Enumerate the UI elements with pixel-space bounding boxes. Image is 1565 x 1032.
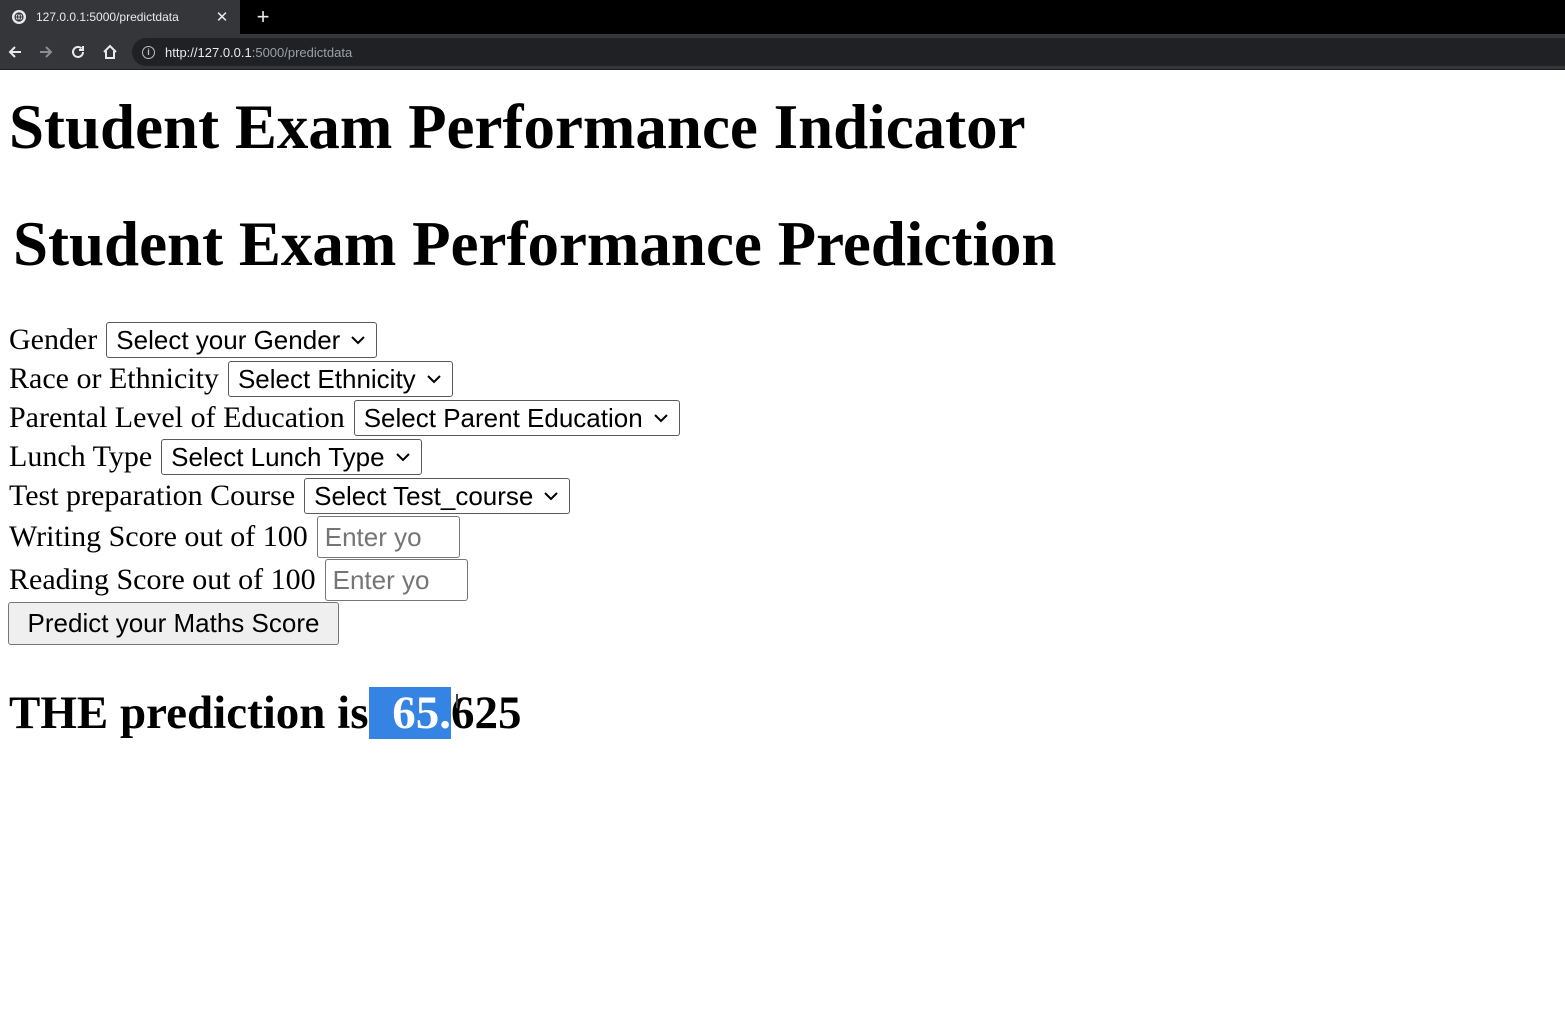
gender-label: Gender [9,323,98,356]
writing-score-label: Writing Score out of 100 [9,520,308,553]
reading-score-input[interactable]: Enter yo [324,559,468,601]
writing-score-input[interactable]: Enter yo [316,516,460,558]
tab-close-icon[interactable]: ✕ [214,8,230,26]
prediction-rest: 625 [451,687,522,739]
lunch-select-value: Select Lunch Type [171,441,385,472]
parental-education-label: Parental Level of Education [9,401,345,434]
reading-score-label: Reading Score out of 100 [9,563,316,596]
ethnicity-label: Race or Ethnicity [9,362,219,395]
gender-row: Gender Select your Gender [9,322,378,358]
parental-education-select-value: Select Parent Education [363,402,643,433]
page-title: Student Exam Performance Indicator [9,92,1026,162]
browser-toolbar: i http://127.0.0.1:5000/predictdata [0,34,1565,70]
chevron-down-icon [395,449,411,465]
new-tab-button[interactable]: + [250,2,276,32]
reading-score-row: Reading Score out of 100 Enter yo [9,559,468,601]
url-host: http://127.0.0.1 [165,44,252,60]
prediction-selected-text: 65. [368,687,452,739]
ethnicity-select[interactable]: Select Ethnicity [227,361,453,397]
url-path: :5000/predictdata [251,44,353,60]
chevron-down-icon [543,488,559,504]
prediction-prefix: THE prediction is [9,687,369,739]
address-bar[interactable]: i http://127.0.0.1:5000/predictdata [132,38,1565,66]
address-url: http://127.0.0.1:5000/predictdata [165,45,352,60]
lunch-label: Lunch Type [9,440,153,473]
globe-icon [12,10,26,24]
forward-arrow-icon[interactable] [36,42,56,62]
info-icon[interactable]: i [142,45,155,59]
back-arrow-icon[interactable] [5,42,25,62]
ethnicity-row: Race or Ethnicity Select Ethnicity [9,361,453,397]
test-prep-select-value: Select Test_course [314,480,534,511]
browser-tab-bar: 127.0.0.1:5000/predictdata ✕ + [0,0,1565,34]
test-prep-select[interactable]: Select Test_course [304,478,571,514]
browser-tab[interactable]: 127.0.0.1:5000/predictdata ✕ [0,0,240,34]
prediction-result: THE prediction is 65.625 [9,686,522,740]
tab-title: 127.0.0.1:5000/predictdata [36,10,179,24]
chevron-down-icon [426,371,442,387]
writing-score-row: Writing Score out of 100 Enter yo [9,516,460,558]
reload-icon[interactable] [68,42,88,62]
parental-education-row: Parental Level of Education Select Paren… [9,400,680,436]
test-prep-label: Test preparation Course [9,479,296,512]
text-cursor-icon [456,694,458,708]
lunch-select[interactable]: Select Lunch Type [161,439,422,475]
predict-button[interactable]: Predict your Maths Score [8,602,339,645]
home-icon[interactable] [100,42,120,62]
gender-select-value: Select your Gender [116,324,341,355]
parental-education-select[interactable]: Select Parent Education [353,400,680,436]
test-prep-row: Test preparation Course Select Test_cour… [9,478,571,514]
lunch-row: Lunch Type Select Lunch Type [9,439,422,475]
page-subtitle: Student Exam Performance Prediction [13,209,1057,279]
ethnicity-select-value: Select Ethnicity [237,363,416,394]
chevron-down-icon [350,332,366,348]
gender-select[interactable]: Select your Gender [106,322,378,358]
chevron-down-icon [653,410,669,426]
